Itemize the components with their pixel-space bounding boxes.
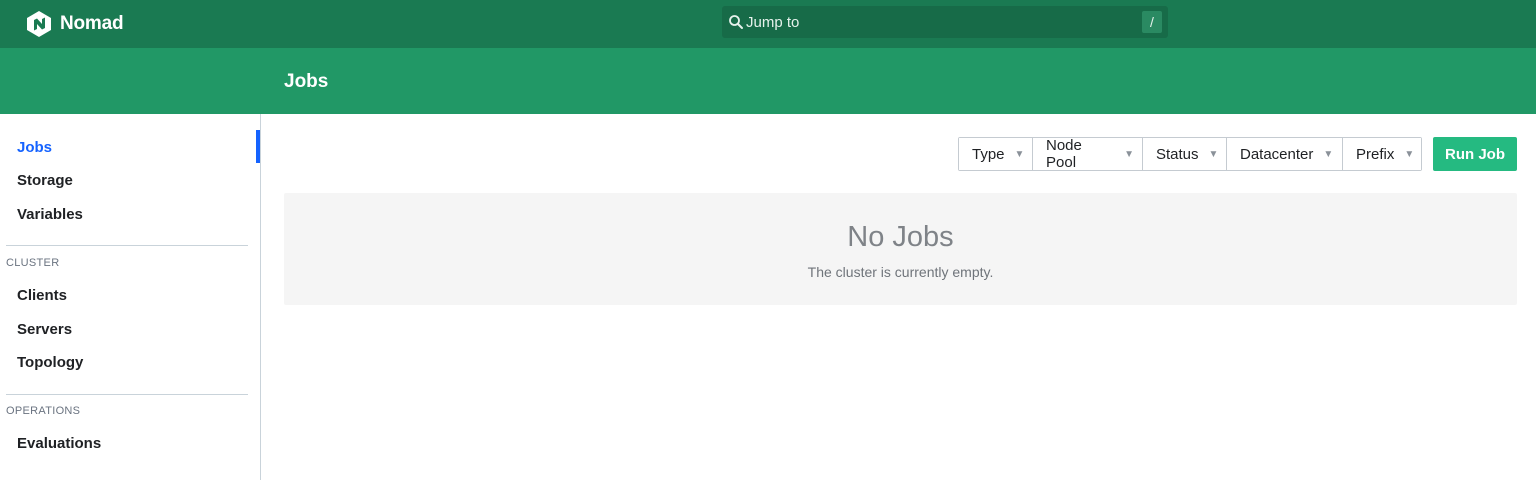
empty-state-title: No Jobs bbox=[847, 221, 954, 253]
jump-to-input[interactable] bbox=[746, 6, 1126, 38]
page-header: Jobs bbox=[0, 48, 1536, 114]
sidebar-item-variables[interactable]: Variables bbox=[17, 197, 253, 231]
filter-datacenter-dropdown[interactable]: Datacenter ▼ bbox=[1227, 138, 1343, 170]
filter-toolbar: Type ▼ Node Pool ▼ Status ▼ Datacenter ▼… bbox=[958, 137, 1422, 171]
sidebar-item-label: Storage bbox=[17, 171, 73, 189]
sidebar-divider bbox=[6, 245, 248, 246]
filter-label: Type bbox=[972, 145, 1005, 163]
filter-label: Datacenter bbox=[1240, 145, 1314, 163]
app-name: Nomad bbox=[60, 13, 124, 34]
filter-label: Prefix bbox=[1356, 145, 1395, 163]
jump-to-search[interactable]: / bbox=[722, 6, 1168, 38]
sidebar-item-jobs[interactable]: Jobs bbox=[17, 130, 253, 164]
sidebar-item-clients[interactable]: Clients bbox=[17, 278, 253, 312]
filter-prefix-dropdown[interactable]: Prefix ▼ bbox=[1343, 138, 1421, 170]
sidebar-item-servers[interactable]: Servers bbox=[17, 312, 253, 346]
sidebar-item-evaluations[interactable]: Evaluations bbox=[17, 426, 253, 460]
nomad-logo-icon bbox=[27, 11, 51, 37]
caret-down-icon: ▼ bbox=[1404, 148, 1415, 160]
page-title: Jobs bbox=[284, 71, 329, 92]
sidebar-item-label: Clients bbox=[17, 286, 68, 304]
caret-down-icon: ▼ bbox=[1124, 148, 1134, 160]
sidebar-item-topology[interactable]: Topology bbox=[17, 345, 253, 379]
brand[interactable]: Nomad bbox=[26, 9, 124, 39]
sidebar-item-storage[interactable]: Storage bbox=[17, 163, 253, 197]
filter-type-dropdown[interactable]: Type ▼ bbox=[959, 138, 1033, 170]
empty-state-message: The cluster is currently empty. bbox=[807, 264, 994, 280]
sidebar-item-label: Topology bbox=[17, 353, 84, 371]
sidebar-section-operations: OPERATIONS bbox=[6, 405, 81, 417]
filter-node-pool-dropdown[interactable]: Node Pool ▼ bbox=[1033, 137, 1143, 171]
top-navbar: Nomad / bbox=[0, 0, 1536, 48]
active-indicator bbox=[256, 130, 260, 163]
caret-down-icon: ▼ bbox=[1323, 148, 1334, 160]
sidebar-item-label: Jobs bbox=[17, 138, 53, 156]
run-job-button[interactable]: Run Job bbox=[1433, 137, 1517, 171]
sidebar-divider bbox=[6, 394, 248, 395]
caret-down-icon: ▼ bbox=[1014, 148, 1025, 160]
sidebar-item-label: Evaluations bbox=[17, 434, 102, 452]
filter-status-dropdown[interactable]: Status ▼ bbox=[1143, 138, 1227, 170]
search-shortcut-key: / bbox=[1142, 11, 1162, 33]
empty-state: No Jobs The cluster is currently empty. bbox=[284, 193, 1517, 305]
caret-down-icon: ▼ bbox=[1208, 148, 1219, 160]
search-icon bbox=[729, 15, 743, 29]
sidebar-item-label: Servers bbox=[17, 320, 73, 338]
sidebar: Jobs Storage Variables CLUSTER Clients S… bbox=[0, 114, 261, 480]
sidebar-item-label: Variables bbox=[17, 205, 83, 223]
filter-label: Status bbox=[1156, 145, 1199, 163]
sidebar-section-cluster: CLUSTER bbox=[6, 257, 60, 269]
filter-label: Node Pool bbox=[1046, 137, 1082, 171]
